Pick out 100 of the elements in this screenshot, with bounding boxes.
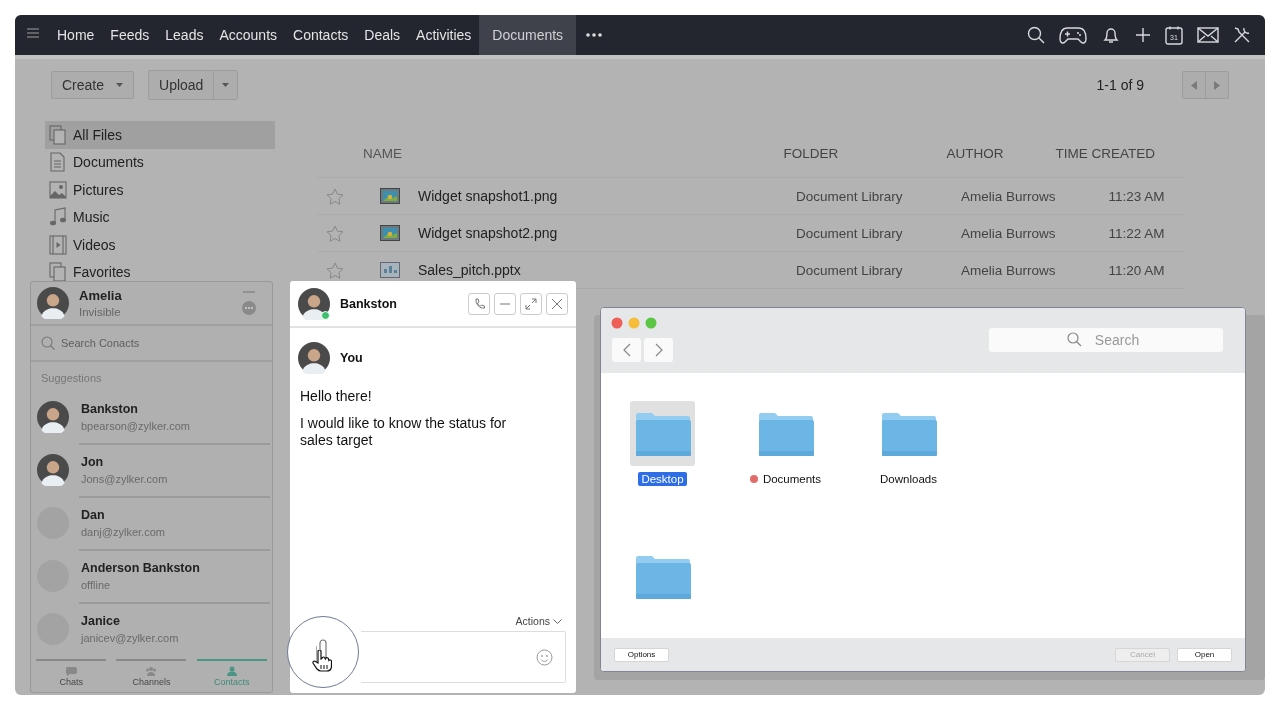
sidebar-item[interactable]: All Files	[45, 121, 275, 149]
previous-icon[interactable]	[1191, 80, 1197, 90]
chevron-left-icon	[622, 343, 631, 357]
actions-menu[interactable]: Actions	[515, 615, 562, 627]
table-cell-text: 11:22 AM	[1107, 225, 1166, 241]
nav-tab[interactable]: Feeds	[102, 15, 158, 55]
sidebar-item[interactable]: Music	[45, 203, 275, 231]
table-cell-text: Amelia Burrows	[961, 188, 1057, 204]
avatar-figure	[37, 287, 69, 319]
panel-tab[interactable]: Channels	[116, 659, 187, 692]
create-button[interactable]: Create	[51, 71, 135, 99]
chat-bubble-icon	[65, 666, 78, 676]
search-field[interactable]: Search Conacts	[61, 335, 251, 351]
image-file-icon	[380, 225, 400, 241]
file-name[interactable]: Widget snapshot2.png	[418, 225, 796, 241]
chevron-right-icon	[654, 343, 663, 357]
folder-label[interactable]: Documents	[746, 472, 825, 486]
window-controls-icon[interactable]	[611, 317, 657, 329]
tools-icon[interactable]	[1233, 26, 1251, 44]
search-icon	[1067, 332, 1082, 347]
search-field[interactable]: Search	[989, 328, 1223, 352]
contact-name: Jon	[81, 454, 105, 469]
dialog-button[interactable]: Options	[614, 647, 669, 662]
contact-name: Bankston	[81, 401, 139, 416]
menu-icon[interactable]	[27, 28, 39, 38]
mail-icon[interactable]	[1197, 27, 1219, 43]
nav-tab[interactable]: Deals	[356, 15, 409, 55]
nav-tab[interactable]: Home	[49, 15, 103, 55]
star-icon[interactable]	[326, 187, 344, 205]
back-button[interactable]	[612, 338, 641, 362]
star-icon[interactable]	[326, 261, 344, 279]
hand-cursor-icon	[312, 650, 332, 672]
smiley-icon[interactable]	[536, 648, 553, 666]
folder-icon[interactable]	[880, 411, 937, 456]
file-name[interactable]: Widget snapshot1.png	[418, 188, 796, 204]
picture-icon	[49, 179, 67, 200]
nav-tab[interactable]: Activities	[408, 15, 480, 55]
close-button[interactable]	[546, 292, 568, 315]
plus-icon[interactable]	[1135, 27, 1151, 43]
film-icon	[49, 234, 67, 255]
contact-detail: bpearson@zylker.com	[81, 419, 190, 432]
column-header: TIME CREATED	[1055, 145, 1156, 161]
expand-icon	[525, 297, 537, 310]
column-header: FOLDER	[783, 145, 840, 161]
bell-icon[interactable]	[1101, 25, 1121, 45]
expand-button[interactable]	[520, 292, 542, 315]
nav-tab[interactable]: Contacts	[285, 15, 357, 55]
call-button[interactable]	[468, 292, 490, 315]
search-icon	[41, 336, 55, 350]
contact-detail: danj@zylker.com	[81, 525, 165, 538]
sidebar-item[interactable]: Favorites	[45, 258, 275, 286]
document-icon	[49, 152, 67, 173]
star-icon[interactable]	[326, 224, 344, 242]
close-icon	[551, 297, 563, 310]
folder-icon[interactable]	[757, 411, 814, 456]
folder-label[interactable]: Downloads	[877, 472, 940, 486]
contact-item[interactable]: Dan danj@zylker.com	[31, 496, 272, 549]
next-icon[interactable]	[1214, 80, 1220, 90]
contact-item[interactable]: Anderson Bankston offline	[31, 549, 272, 602]
folder-icon[interactable]	[634, 411, 691, 456]
table-cell-text: 11:23 AM	[1107, 188, 1166, 204]
nav-tab[interactable]: Accounts	[211, 15, 286, 55]
table-cell-text: Document Library	[796, 225, 904, 241]
message-text: I would like to know the status for sales target	[299, 415, 508, 449]
user-name: Amelia	[79, 288, 122, 303]
table-cell-text: Amelia Burrows	[961, 262, 1057, 278]
gamepad-icon[interactable]	[1059, 25, 1087, 45]
contact-item[interactable]: Janice janicev@zylker.com	[31, 602, 272, 655]
sidebar-item[interactable]: Pictures	[45, 176, 275, 204]
column-header: AUTHOR	[946, 145, 1005, 161]
more-icon[interactable]	[586, 33, 603, 37]
contact-detail: offline	[81, 578, 112, 591]
file-name[interactable]: Sales_pitch.pptx	[418, 262, 796, 278]
group-icon	[145, 666, 158, 676]
minimize-button[interactable]	[494, 292, 516, 315]
page-count: 1-1 of 9	[1096, 77, 1144, 93]
nav-tab[interactable]: Leads	[157, 15, 212, 55]
sidebar-item[interactable]: Documents	[45, 148, 275, 176]
forward-button[interactable]	[644, 338, 673, 362]
search-icon[interactable]	[1027, 26, 1045, 44]
contact-detail: janicev@zylker.com	[81, 631, 179, 644]
contact-detail: Jons@zylker.com	[81, 472, 168, 485]
panel-tab[interactable]: Chats	[36, 659, 107, 692]
folder-label[interactable]: Desktop	[638, 472, 687, 486]
files-icon	[49, 124, 67, 145]
message-input[interactable]	[361, 631, 566, 683]
contact-item[interactable]: Jon Jons@zylker.com	[31, 443, 272, 496]
dialog-button[interactable]: Open	[1177, 647, 1232, 662]
contact-item[interactable]: Bankston bpearson@zylker.com	[31, 390, 272, 443]
avatar-figure	[37, 400, 69, 433]
column-header: NAME	[362, 145, 403, 161]
person-icon	[225, 666, 238, 676]
folder-icon[interactable]	[634, 555, 691, 599]
contact-name: Janice	[81, 613, 121, 628]
nav-tab[interactable]: Documents	[479, 15, 577, 55]
chevron-icon	[553, 618, 562, 624]
sidebar-item[interactable]: Videos	[45, 231, 275, 259]
upload-button[interactable]: Upload	[148, 70, 239, 100]
user-status: Invisible	[79, 306, 122, 318]
table-cell-text: Amelia Burrows	[961, 225, 1057, 241]
